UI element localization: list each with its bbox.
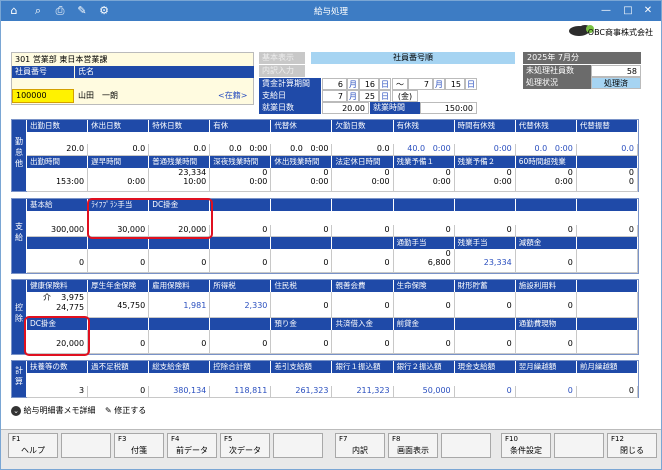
workdays-value[interactable]: 20.00 [322, 102, 369, 114]
fkey-empty [61, 433, 111, 458]
status-badge: 処理済 [591, 77, 641, 89]
period-to-month[interactable]: 7 [408, 78, 433, 90]
emp-no-label: 社員番号 [12, 66, 74, 78]
month-title: 2025年 7月分 [523, 52, 641, 64]
window-title: 給与処理 [313, 7, 348, 17]
pay-day[interactable]: 25 [359, 90, 379, 102]
period-from-month[interactable]: 6 [322, 78, 347, 90]
f8-display-button[interactable]: F8 画面表示 [388, 433, 438, 458]
deduction-panel: 控除 健康保険料 厚生年金保険 雇用保険料 所得税 住民税 親善会費 生命保険 財形貯蓄 施設利… [11, 279, 639, 355]
minimize-icon[interactable]: — [597, 3, 615, 19]
fkey-empty [554, 433, 604, 458]
calc-panel: 計算 扶養等の数 過不足税額 総支給金額 控除合計額 差引支給額 銀行１振込額 銀行２振込額… [11, 360, 639, 398]
fkey-empty [441, 433, 491, 458]
header-row: 扶養等の数 過不足税額 総支給金額 控除合計額 差引支給額 銀行１振込額 銀行２振込額 現金支… [27, 361, 638, 373]
value-row[interactable]: 介 3,975 24,775 45,750 1,981 2,330 0 0 0 … [27, 292, 638, 318]
f1-help-button[interactable]: F1 ヘルプ [8, 433, 58, 458]
edit-link[interactable]: ✎ 修正する [105, 405, 146, 416]
pay-weekday: (金) [392, 90, 418, 102]
company-name: OBC商事株式会社 [587, 28, 653, 37]
pencil-icon: ✎ [105, 406, 112, 415]
f3-sticky-button[interactable]: F3 付箋 [114, 433, 164, 458]
month-unit: 月 [433, 78, 445, 90]
attendance-side: 勤怠他 [12, 120, 26, 191]
attendance-panel: 勤怠他 出勤日数 休出日数 特休日数 有休 代替休 欠勤日数 有休残 時間有休残 代替休残 代替振… [11, 119, 639, 192]
window: ⌂ ⌕ ⎙ ✎ ⚙ 給与処理 — □ ✕ OBC商事株式会社 301 営業部 東… [0, 0, 662, 470]
memo-detail-link[interactable]: ⌄ 給与明細書メモ詳細 [11, 405, 96, 416]
header-row: 出勤日数 休出日数 特休日数 有休 代替休 欠勤日数 有休残 時間有休残 代替休残 代替振替 [27, 120, 638, 132]
value-row[interactable]: 153:00 0:00 23,334 10:00 0 0:00 0 0:00 0 0:0… [27, 168, 638, 192]
day-unit: 日 [379, 90, 391, 102]
day-unit: 日 [379, 78, 391, 90]
f5-next-button[interactable]: F5 次データ [220, 433, 270, 458]
attendance-grid: 出勤日数 休出日数 特休日数 有休 代替休 欠勤日数 有休残 時間有休残 代替休残 代替振替 20… [27, 120, 638, 192]
chevron-down-icon: ⌄ [11, 406, 21, 416]
f12-close-button[interactable]: F12 閉じる [607, 433, 657, 458]
highlight-box [87, 198, 213, 239]
period-label: 賃金計算期間 [259, 78, 321, 90]
workhours-label: 就業時間 [370, 102, 420, 114]
f10-condition-button[interactable]: F10 条件設定 [501, 433, 551, 458]
workdays-label: 就業日数 [259, 102, 321, 114]
maximize-icon[interactable]: □ [619, 3, 637, 19]
value-row[interactable]: 3 0 380,134 118,811 261,323 211,323 50,000 0 0 0 [27, 373, 638, 398]
calc-grid: 扶養等の数 過不足税額 総支給金額 控除合計額 差引支給額 銀行１振込額 銀行２振込額 現金支… [27, 361, 638, 398]
header-row: 健康保険料 厚生年金保険 雇用保険料 所得税 住民税 親善会費 生命保険 財形貯蓄 施設利用料 [27, 280, 638, 292]
value-row[interactable]: 20,000 0 0 0 0 0 0 0 0 [27, 330, 638, 354]
period-from-day[interactable]: 16 [359, 78, 379, 90]
f4-prev-button[interactable]: F4 前データ [167, 433, 217, 458]
workhours-value[interactable]: 150:00 [420, 102, 477, 114]
header-row: 出勤時間 遅早時間 普通残業時間 深夜残業時間 休出残業時間 法定休日時間 残業予備１ 残業予… [27, 156, 638, 168]
month-unit: 月 [347, 78, 359, 90]
function-key-bar: F1 ヘルプ F3 付箋 F4 前データ F5 次データ F7 内訳 F8 画面表示 F10… [1, 429, 661, 469]
department: 301 営業部 東日本営業課 [15, 55, 108, 64]
status-label: 処理状況 [523, 77, 591, 89]
pay-month[interactable]: 7 [322, 90, 347, 102]
value-row[interactable]: 0 0 0 0 0 00 6,800 23,334 0 [27, 249, 638, 273]
close-icon[interactable]: ✕ [639, 3, 657, 19]
emp-status: <在籍> [218, 91, 248, 100]
f7-breakdown-button[interactable]: F7 内訳 [335, 433, 385, 458]
sort-order[interactable]: 社員番号順 [311, 52, 515, 64]
day-unit: 日 [465, 78, 477, 90]
detail-input-button[interactable]: 内訳入力 [259, 65, 305, 77]
period-to-day[interactable]: 15 [445, 78, 465, 90]
emp-name-label: 氏名 [75, 66, 254, 78]
unprocessed-label: 未処理社員数 [523, 65, 591, 77]
basic-view-button[interactable]: 基本表示 [259, 52, 305, 64]
title-bar: ⌂ ⌕ ⎙ ✎ ⚙ 給与処理 — □ ✕ [1, 1, 661, 21]
employee-box: 301 営業部 東日本営業課 社員番号 氏名 100000 山田 一朗 <在籍> [11, 52, 254, 105]
emp-no-input[interactable]: 100000 [12, 89, 74, 103]
fkey-empty [273, 433, 323, 458]
highlight-box [24, 316, 90, 356]
unprocessed-count: 58 [591, 65, 641, 77]
emp-name: 山田 一朗 [78, 91, 118, 100]
tilde: ～ [392, 78, 408, 90]
payday-label: 支給日 [259, 90, 321, 102]
payment-side: 支給 [12, 199, 26, 273]
deduction-grid: 健康保険料 厚生年金保険 雇用保険料 所得税 住民税 親善会費 生命保険 財形貯蓄 施設利用料 … [27, 280, 638, 354]
calc-side: 計算 [12, 361, 26, 397]
header-row: DC掛金 預り金 共済借入金 前貸金 通勤費現物 [27, 318, 638, 330]
month-unit: 月 [347, 90, 359, 102]
value-row[interactable]: 20.0 0.0 0.0 0.0 0:00 0.0 0:00 0.0 40.0 0:00 0:… [27, 132, 638, 156]
